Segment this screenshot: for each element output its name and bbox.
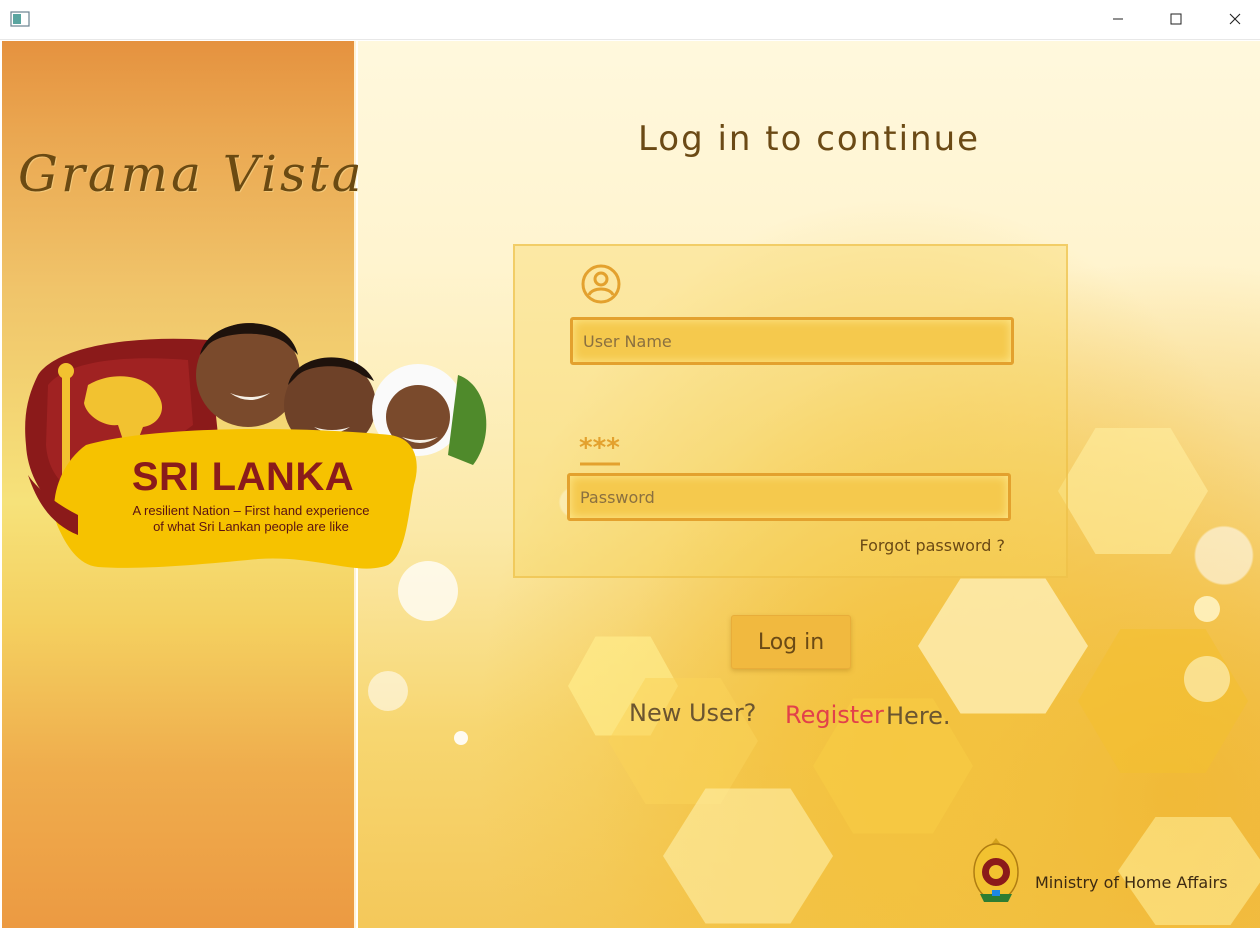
sri-lanka-banner: SRI LANKA A resilient Nation – First han… xyxy=(18,315,496,577)
minimize-button[interactable] xyxy=(1089,0,1147,38)
login-form: *** Forgot password ? xyxy=(513,244,1068,578)
new-user-label: New User? xyxy=(629,699,757,727)
register-suffix-label: Here. xyxy=(886,702,951,730)
minimize-icon xyxy=(1113,18,1123,20)
bokeh-shape xyxy=(918,578,1088,714)
ministry-label: Ministry of Home Affairs xyxy=(1035,873,1228,892)
forgot-password-link[interactable]: Forgot password ? xyxy=(855,536,1005,555)
close-icon xyxy=(1229,13,1241,25)
banner-graphic xyxy=(25,323,487,569)
banner-subtitle-line: A resilient Nation – First hand experien… xyxy=(132,503,370,518)
maximize-button[interactable] xyxy=(1147,0,1205,38)
app-brand: Grama Vista xyxy=(18,145,365,203)
page-title: Log in to continue xyxy=(637,119,981,159)
maximize-icon xyxy=(1170,13,1182,25)
bokeh-shape xyxy=(1058,428,1208,554)
bokeh-shape xyxy=(1184,656,1230,702)
svg-text:***: *** xyxy=(579,434,620,463)
bokeh-shape xyxy=(1078,629,1248,773)
bokeh-shape xyxy=(1118,817,1260,925)
login-button[interactable]: Log in xyxy=(731,615,851,669)
bokeh-shape xyxy=(454,731,468,745)
sri-lanka-emblem xyxy=(973,838,1019,902)
banner-subtitle-line: of what Sri Lankan people are like xyxy=(153,519,349,534)
password-icon: *** xyxy=(579,434,620,466)
close-button[interactable] xyxy=(1206,0,1260,38)
bokeh-shape xyxy=(368,671,408,711)
user-icon xyxy=(581,264,621,304)
username-field[interactable] xyxy=(570,317,1014,365)
window-title-bar xyxy=(0,0,1260,40)
banner-title: SRI LANKA xyxy=(131,455,355,499)
app-window-icon xyxy=(10,11,30,27)
banner-subtitle: A resilient Nation – First hand experien… xyxy=(106,503,396,535)
register-link[interactable]: Register xyxy=(785,701,884,729)
bokeh-shape xyxy=(1194,596,1220,622)
password-field[interactable] xyxy=(567,473,1011,521)
